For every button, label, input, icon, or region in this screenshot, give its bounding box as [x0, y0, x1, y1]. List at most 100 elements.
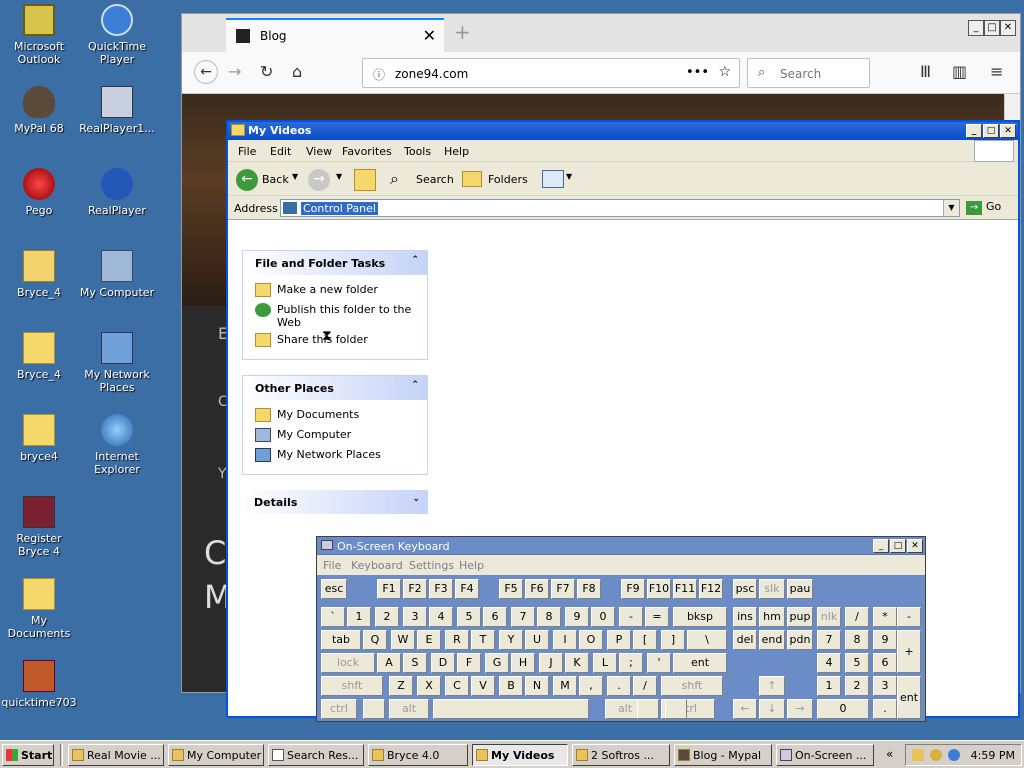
key-[interactable]: .: [607, 676, 631, 696]
menu-key-icon[interactable]: [665, 699, 687, 719]
key-f8[interactable]: F8: [577, 579, 601, 599]
info-icon[interactable]: ⓘ: [373, 66, 385, 83]
menu-keyboard[interactable]: Keyboard: [351, 559, 403, 572]
windows-key-icon[interactable]: [363, 699, 385, 719]
key-9[interactable]: 9: [565, 607, 589, 627]
search-icon[interactable]: ⌕: [390, 169, 399, 189]
key-tab[interactable]: tab: [321, 630, 361, 650]
key-psc[interactable]: psc: [733, 579, 757, 599]
key-2[interactable]: 2: [375, 607, 399, 627]
key-5[interactable]: 5: [845, 653, 869, 673]
back-button-label[interactable]: Back: [262, 173, 289, 186]
desktop-icon-bryce4[interactable]: bryce4: [0, 414, 78, 463]
osk-titlebar[interactable]: On-Screen Keyboard _ □ ✕: [317, 537, 925, 555]
key-l[interactable]: L: [593, 653, 617, 673]
taskbar-button-my-computer[interactable]: My Computer: [168, 744, 264, 766]
minimize-icon[interactable]: _: [966, 124, 982, 138]
key-shft[interactable]: shft: [661, 676, 723, 696]
key-6[interactable]: 6: [483, 607, 507, 627]
taskbar-button-my-videos[interactable]: My Videos: [472, 744, 568, 766]
key-t[interactable]: T: [471, 630, 495, 650]
key-[interactable]: `: [321, 607, 345, 627]
key-w[interactable]: W: [391, 630, 415, 650]
key-space[interactable]: [433, 699, 589, 719]
key-8[interactable]: 8: [845, 630, 869, 650]
key-pdn[interactable]: pdn: [787, 630, 813, 650]
key-end[interactable]: end: [759, 630, 785, 650]
place-network[interactable]: My Network Places: [243, 448, 427, 468]
desktop-icon-bryce-iso[interactable]: Bryce_4: [0, 250, 78, 299]
key-f2[interactable]: F2: [403, 579, 427, 599]
up-folder-icon[interactable]: [354, 169, 376, 191]
address-field[interactable]: Control Panel ▼: [280, 199, 960, 217]
key-pau[interactable]: pau: [787, 579, 813, 599]
key-f10[interactable]: F10: [647, 579, 671, 599]
place-my-computer[interactable]: My Computer: [243, 428, 427, 448]
key-bksp[interactable]: bksp: [673, 607, 727, 627]
key-r[interactable]: R: [445, 630, 469, 650]
clock[interactable]: 4:59 PM: [971, 749, 1015, 762]
key-f12[interactable]: F12: [699, 579, 723, 599]
key-ent[interactable]: ent: [897, 676, 921, 719]
panel-header[interactable]: File and Folder Tasks ⌃: [243, 251, 427, 275]
key-f[interactable]: F: [457, 653, 481, 673]
key-[interactable]: +: [897, 630, 921, 673]
key-z[interactable]: Z: [389, 676, 413, 696]
key-[interactable]: ↓: [759, 699, 785, 719]
key-f1[interactable]: F1: [377, 579, 401, 599]
key-a[interactable]: A: [377, 653, 401, 673]
views-icon[interactable]: [542, 170, 564, 188]
menu-favorites[interactable]: Favorites: [342, 145, 392, 158]
chevron-down-icon[interactable]: ▼: [292, 172, 298, 181]
key-[interactable]: \: [687, 630, 727, 650]
key-h[interactable]: H: [511, 653, 535, 673]
key-[interactable]: *: [873, 607, 897, 627]
reload-icon[interactable]: ↻: [260, 62, 273, 81]
key-g[interactable]: G: [485, 653, 509, 673]
close-icon[interactable]: ✕: [907, 539, 923, 553]
taskbar-button-osk[interactable]: On-Screen ...: [776, 744, 874, 766]
desktop-icon-network-places[interactable]: My Network Places: [78, 332, 156, 394]
key-m[interactable]: M: [553, 676, 577, 696]
desktop-icon-ie[interactable]: Internet Explorer: [78, 414, 156, 476]
expand-icon[interactable]: ⌄: [412, 494, 420, 504]
key-[interactable]: ': [647, 653, 671, 673]
menu-file[interactable]: File: [323, 559, 341, 572]
key-o[interactable]: O: [579, 630, 603, 650]
key-[interactable]: →: [787, 699, 813, 719]
key-[interactable]: -: [619, 607, 643, 627]
expand-tray-icon[interactable]: «: [886, 747, 893, 761]
chat-tray-icon[interactable]: [930, 749, 942, 761]
menu-file[interactable]: File: [238, 145, 256, 158]
key-3[interactable]: 3: [873, 676, 897, 696]
url-bar[interactable]: ⓘ zone94.com ••• ☆: [362, 58, 740, 88]
key-ins[interactable]: ins: [733, 607, 757, 627]
key-e[interactable]: E: [417, 630, 441, 650]
task-publish-web[interactable]: Publish this folder to the Web: [243, 303, 427, 333]
key-7[interactable]: 7: [511, 607, 535, 627]
page-actions-icon[interactable]: •••: [686, 65, 709, 80]
task-make-folder[interactable]: Make a new folder: [243, 283, 427, 303]
desktop-icon-bryce-folder[interactable]: Bryce_4: [0, 332, 78, 381]
close-tab-icon[interactable]: ✕: [423, 26, 436, 45]
key-shft[interactable]: shft: [321, 676, 383, 696]
key-f4[interactable]: F4: [455, 579, 479, 599]
key-ctrl[interactable]: ctrl: [321, 699, 357, 719]
key-d[interactable]: D: [431, 653, 455, 673]
key-alt[interactable]: alt: [389, 699, 429, 719]
close-icon[interactable]: ✕: [1000, 124, 1016, 138]
key-esc[interactable]: esc: [321, 579, 347, 599]
key-4[interactable]: 4: [817, 653, 841, 673]
menu-help[interactable]: Help: [459, 559, 484, 572]
key-pup[interactable]: pup: [787, 607, 813, 627]
key-8[interactable]: 8: [537, 607, 561, 627]
desktop-icon-mypal[interactable]: MyPal 68: [0, 86, 78, 135]
bookmark-star-icon[interactable]: ☆: [718, 64, 731, 80]
key-hm[interactable]: hm: [759, 607, 785, 627]
key-ent[interactable]: ent: [673, 653, 727, 673]
network-tray-icon[interactable]: [912, 749, 924, 761]
key-[interactable]: -: [897, 607, 921, 627]
desktop-icon-my-documents[interactable]: My Documents: [0, 578, 78, 640]
panel-header[interactable]: Other Places ⌃: [243, 376, 427, 400]
globe-tray-icon[interactable]: [948, 749, 960, 761]
